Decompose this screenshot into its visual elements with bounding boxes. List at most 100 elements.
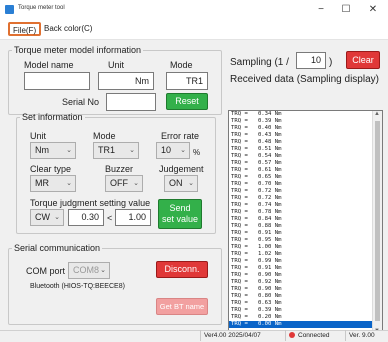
buzzer-label: Buzzer: [105, 164, 134, 174]
serial-no-field[interactable]: [106, 93, 156, 111]
close-button[interactable]: ✕: [362, 2, 384, 18]
judgment-setting-label: Torque judgment setting value: [30, 198, 151, 208]
model-name-label: Model name: [24, 60, 74, 70]
send-set-value-button[interactable]: Send set value: [158, 199, 202, 229]
scroll-up-icon[interactable]: ▲: [374, 111, 380, 117]
error-rate-unit: %: [193, 148, 201, 157]
chevron-down-icon: ⌄: [129, 147, 135, 154]
buzzer-value: OFF: [110, 178, 128, 188]
log-line[interactable]: TRQ = 1.02 Nm: [229, 251, 382, 258]
unit-field[interactable]: Nm: [98, 72, 154, 90]
set-unit-value: Nm: [35, 145, 49, 155]
set-unit-label: Unit: [30, 131, 47, 141]
menu-bar: File(F) Back color(C): [0, 20, 388, 40]
com-port-value: COM8: [73, 265, 100, 275]
log-line[interactable]: TRQ = 0.95 Nm: [229, 237, 382, 244]
log-line[interactable]: TRQ = 0.80 Nm: [229, 293, 382, 300]
log-line[interactable]: TRQ = 0.39 Nm: [229, 118, 382, 125]
log-line[interactable]: TRQ = 0.61 Nm: [229, 167, 382, 174]
buzzer-select[interactable]: OFF ⌄: [105, 175, 143, 192]
sampling-label: Sampling (1 /: [230, 57, 289, 68]
app-icon: [5, 5, 14, 14]
status-connection: Connected: [285, 330, 332, 341]
judgment-high-field[interactable]: 1.00: [115, 209, 151, 226]
minimize-button[interactable]: −: [310, 2, 332, 18]
log-line[interactable]: TRQ = 0.78 Nm: [229, 209, 382, 216]
log-line[interactable]: TRQ = 0.00 Nm: [229, 321, 382, 328]
log-line[interactable]: TRQ = 0.72 Nm: [229, 188, 382, 195]
log-line[interactable]: TRQ = 0.92 Nm: [229, 279, 382, 286]
bluetooth-text: Bluetooth (HIOS-TQ:BEECE8): [30, 283, 125, 290]
judgment-low-field[interactable]: 0.30: [68, 209, 104, 226]
mode-field[interactable]: TR1: [166, 72, 208, 90]
log-line[interactable]: TRQ = 0.91 Nm: [229, 265, 382, 272]
set-mode-value: TR1: [98, 145, 116, 155]
log-line[interactable]: TRQ = 1.00 Nm: [229, 244, 382, 251]
status-dot-icon: [289, 332, 295, 338]
log-line[interactable]: TRQ = 0.90 Nm: [229, 272, 382, 279]
scrollbar[interactable]: ▲ ▼: [372, 111, 382, 334]
status-connection-text: Connected: [298, 332, 330, 339]
chevron-down-icon: ⌄: [133, 180, 139, 187]
clear-type-select[interactable]: MR ⌄: [30, 175, 76, 192]
com-port-select[interactable]: COM8 ⌄: [68, 262, 110, 279]
error-rate-select[interactable]: 10 ⌄: [156, 142, 190, 159]
log-line[interactable]: TRQ = 0.63 Nm: [229, 300, 382, 307]
log-line[interactable]: TRQ = 0.57 Nm: [229, 160, 382, 167]
chevron-down-icon: ⌄: [188, 180, 194, 187]
judgment-mode-value: CW: [35, 212, 50, 222]
reset-button[interactable]: Reset: [166, 93, 208, 110]
judgment-mode-select[interactable]: CW ⌄: [30, 209, 64, 226]
menu-file[interactable]: File(F): [8, 22, 42, 36]
log-line[interactable]: TRQ = 0.70 Nm: [229, 181, 382, 188]
log-line[interactable]: TRQ = 0.43 Nm: [229, 132, 382, 139]
chevron-down-icon: ⌄: [66, 180, 72, 187]
error-rate-label: Error rate: [161, 131, 200, 141]
set-mode-label: Mode: [93, 131, 116, 141]
sampling-close-paren: ): [329, 57, 333, 68]
chevron-down-icon: ⌄: [180, 147, 186, 154]
get-bt-name-button[interactable]: Get BT name: [156, 298, 208, 315]
menu-back-color[interactable]: Back color(C): [44, 22, 92, 36]
title-bar: Torque meter tool − ☐ ✕: [0, 0, 388, 20]
scrollbar-thumb[interactable]: [375, 121, 380, 321]
log-line[interactable]: TRQ = 0.51 Nm: [229, 146, 382, 153]
clear-type-label: Clear type: [30, 164, 72, 174]
log-line[interactable]: TRQ = 0.72 Nm: [229, 195, 382, 202]
log-line[interactable]: TRQ = 0.39 Nm: [229, 307, 382, 314]
received-data-list[interactable]: TRQ = 0.34 Nm TRQ = 0.39 Nm TRQ = 0.40 Nm T…: [228, 110, 383, 335]
serial-comm-legend: Serial communication: [14, 243, 101, 253]
log-line[interactable]: TRQ = 0.74 Nm: [229, 202, 382, 209]
send-button-line2: set value: [161, 214, 199, 224]
judgement-select[interactable]: ON ⌄: [164, 175, 198, 192]
mode-label: Mode: [170, 60, 193, 70]
log-line[interactable]: TRQ = 0.48 Nm: [229, 139, 382, 146]
sampling-field[interactable]: 10: [296, 52, 326, 69]
status-version: Ver4.00 2025/04/07: [200, 330, 264, 341]
model-name-field[interactable]: [24, 72, 90, 90]
log-line[interactable]: TRQ = 0.91 Nm: [229, 230, 382, 237]
log-line[interactable]: TRQ = 0.88 Nm: [229, 223, 382, 230]
send-button-line1: Send: [169, 203, 191, 213]
log-line[interactable]: TRQ = 0.20 Nm: [229, 314, 382, 321]
log-line[interactable]: TRQ = 0.40 Nm: [229, 125, 382, 132]
log-line[interactable]: TRQ = 0.34 Nm: [229, 111, 382, 118]
set-unit-select[interactable]: Nm ⌄: [30, 142, 76, 159]
disconnect-button[interactable]: Disconn.: [156, 261, 208, 278]
chevron-down-icon: ⌄: [100, 267, 106, 274]
log-line[interactable]: TRQ = 0.90 Nm: [229, 286, 382, 293]
clear-button[interactable]: Clear: [346, 51, 380, 69]
window-title: Torque meter tool: [18, 5, 65, 11]
log-line[interactable]: TRQ = 0.84 Nm: [229, 216, 382, 223]
set-mode-select[interactable]: TR1 ⌄: [93, 142, 139, 159]
received-data-label: Received data (Sampling display): [230, 74, 379, 85]
log-line[interactable]: TRQ = 0.54 Nm: [229, 153, 382, 160]
chevron-down-icon: ⌄: [66, 147, 72, 154]
clear-type-value: MR: [35, 178, 49, 188]
log-line[interactable]: TRQ = 0.99 Nm: [229, 258, 382, 265]
com-port-label: COM port: [26, 266, 66, 276]
judgment-separator: <: [107, 213, 113, 223]
log-line[interactable]: TRQ = 0.65 Nm: [229, 174, 382, 181]
unit-label: Unit: [108, 60, 125, 70]
maximize-button[interactable]: ☐: [335, 2, 357, 18]
